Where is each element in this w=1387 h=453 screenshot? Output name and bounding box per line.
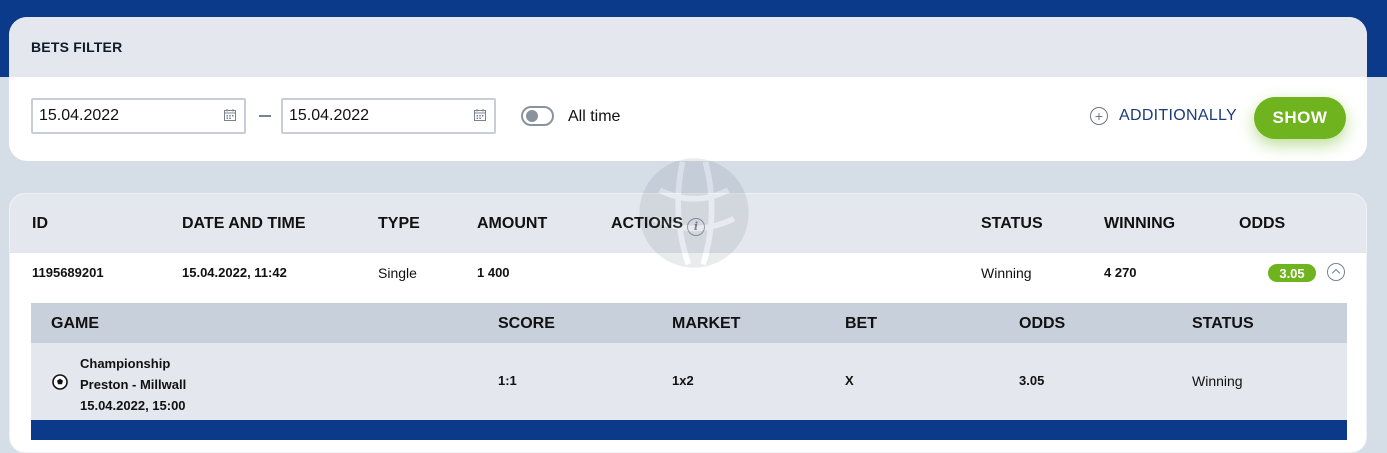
col-score: SCORE (498, 315, 555, 332)
odds-badge: 3.05 (1268, 264, 1316, 282)
col-market: MARKET (672, 315, 741, 332)
bets-filter-panel: BETS FILTER 15.04.2022 15.04.2022 All ti… (9, 17, 1367, 161)
details-footer-bar (31, 420, 1347, 440)
filter-title: BETS FILTER (9, 17, 1367, 77)
col-detail-odds: ODDS (1019, 315, 1066, 332)
col-amount: AMOUNT (477, 215, 548, 232)
bets-table-header: ID DATE AND TIME TYPE AMOUNT ACTIONS i ST… (10, 194, 1366, 253)
game-bet: X (845, 373, 854, 388)
col-winning: WINNING (1104, 215, 1176, 232)
details-row: Championship Preston - Millwall 15.04.20… (31, 343, 1347, 420)
game-odds: 3.05 (1019, 373, 1045, 388)
game-league: Championship (80, 356, 171, 371)
all-time-toggle[interactable] (521, 106, 554, 126)
col-id: ID (32, 215, 48, 232)
game-status: Winning (1192, 373, 1243, 389)
game-info: Championship Preston - Millwall 15.04.20… (80, 353, 186, 416)
info-icon[interactable]: i (687, 217, 705, 236)
bet-status: Winning (981, 265, 1032, 281)
details-table-header: GAME SCORE MARKET BET ODDS STATUS (31, 303, 1347, 343)
date-to-value: 15.04.2022 (289, 107, 370, 124)
bet-type: Single (378, 265, 417, 281)
chevron-up-icon[interactable] (1327, 263, 1345, 281)
game-match: Preston - Millwall (80, 377, 187, 392)
additionally-label: ADDITIONALLY (1119, 107, 1237, 124)
game-market: 1x2 (672, 373, 694, 388)
toggle-knob (526, 110, 538, 122)
additionally-button[interactable]: + ADDITIONALLY (1090, 107, 1237, 125)
soccer-ball-icon (52, 374, 68, 390)
show-button[interactable]: SHOW (1254, 97, 1346, 139)
bet-winning: 4 270 (1104, 265, 1137, 280)
col-actions-label: ACTIONS (611, 215, 683, 232)
plus-circle-icon: + (1090, 107, 1108, 125)
bet-id: 1195689201 (32, 265, 104, 280)
col-bet: BET (845, 315, 877, 332)
col-detail-status: STATUS (1192, 315, 1254, 332)
calendar-icon[interactable] (224, 109, 236, 121)
bets-table: ID DATE AND TIME TYPE AMOUNT ACTIONS i ST… (9, 193, 1367, 453)
bet-date-time: 15.04.2022, 11:42 (182, 265, 287, 280)
col-date-time: DATE AND TIME (182, 215, 306, 232)
col-status: STATUS (981, 215, 1043, 232)
col-game: GAME (51, 315, 99, 332)
game-score: 1:1 (498, 373, 517, 388)
bet-amount: 1 400 (477, 265, 510, 280)
date-to-field[interactable]: 15.04.2022 (281, 98, 496, 134)
all-time-label: All time (568, 108, 621, 125)
calendar-icon[interactable] (474, 109, 486, 121)
col-actions: ACTIONS i (611, 215, 705, 236)
date-from-field[interactable]: 15.04.2022 (31, 98, 246, 134)
filter-controls: 15.04.2022 15.04.2022 All time + ADDITIO… (9, 77, 1367, 161)
date-from-value: 15.04.2022 (39, 107, 120, 124)
game-datetime: 15.04.2022, 15:00 (80, 398, 186, 413)
col-type: TYPE (378, 215, 420, 232)
date-range-separator (259, 115, 271, 117)
col-odds: ODDS (1239, 215, 1286, 232)
